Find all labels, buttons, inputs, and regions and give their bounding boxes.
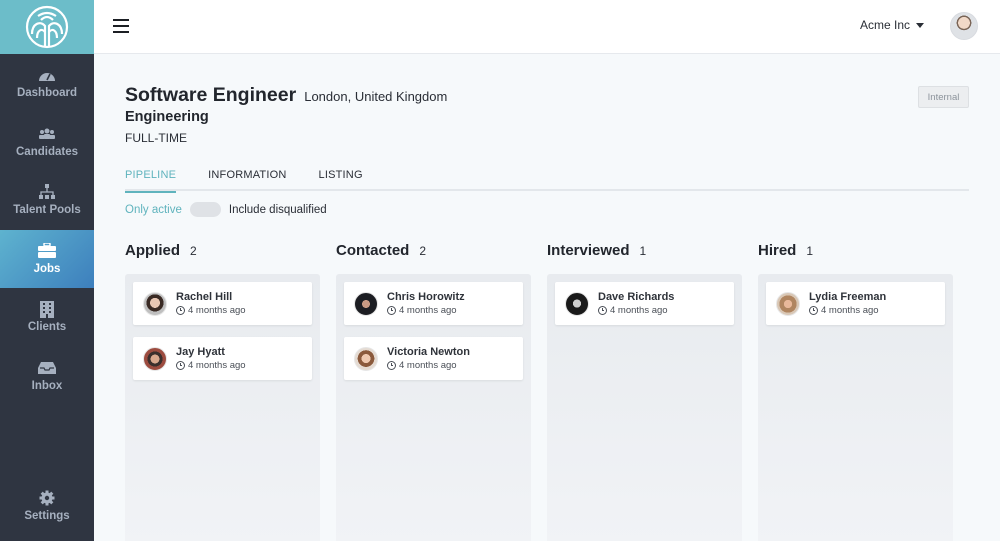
dashboard-icon	[38, 67, 56, 83]
talent-pools-icon	[38, 184, 56, 200]
clock-icon	[809, 306, 818, 315]
tab-information[interactable]: INFORMATION	[208, 166, 286, 191]
sidebar-item-clients[interactable]: Clients	[0, 288, 94, 347]
sidebar-item-label: Candidates	[16, 145, 78, 158]
inbox-icon	[38, 360, 56, 376]
sidebar-item-label: Clients	[27, 321, 67, 334]
clock-icon	[598, 306, 607, 315]
candidate-card[interactable]: Jay Hyatt 4 months ago	[133, 337, 312, 380]
sidebar-item-settings[interactable]: Settings	[0, 481, 94, 531]
company-name: Acme Inc	[859, 18, 910, 32]
sidebar-item-candidates[interactable]: Candidates	[0, 113, 94, 172]
top-bar: Acme Inc	[94, 0, 1000, 54]
stage-drop-zone[interactable]: Rachel Hill 4 months ago Jay Hyatt 4 mon…	[125, 274, 320, 541]
candidate-card[interactable]: Victoria Newton 4 months ago	[344, 337, 523, 380]
candidate-name: Lydia Freeman	[809, 291, 887, 303]
sidebar-item-label: Talent Pools	[13, 204, 81, 217]
candidate-card[interactable]: Dave Richards 4 months ago	[555, 282, 734, 325]
candidate-time: 4 months ago	[188, 305, 246, 316]
candidate-avatar	[354, 346, 378, 371]
only-active-label[interactable]: Only active	[125, 204, 182, 216]
stage-drop-zone[interactable]: Chris Horowitz 4 months ago Victoria New…	[336, 274, 531, 541]
pipeline-board: Applied 2 Rachel Hill 4 months ago Jay H…	[125, 242, 953, 541]
stage-count: 2	[419, 244, 427, 258]
tree-logo-icon	[25, 5, 69, 49]
stage-name: Hired	[758, 242, 797, 259]
stage-count: 1	[639, 244, 647, 258]
candidate-card[interactable]: Lydia Freeman 4 months ago	[766, 282, 945, 325]
clock-icon	[387, 361, 396, 370]
stage-header: Hired 1	[758, 242, 953, 274]
stage-column-hired: Hired 1 Lydia Freeman 4 months ago	[758, 242, 953, 541]
stage-drop-zone[interactable]: Lydia Freeman 4 months ago	[758, 274, 953, 541]
job-type: FULL-TIME	[125, 131, 188, 145]
stage-count: 1	[806, 244, 814, 258]
clock-icon	[176, 306, 185, 315]
job-location: London, United Kingdom	[304, 89, 448, 104]
company-switcher[interactable]: Acme Inc	[860, 18, 924, 32]
stage-column-applied: Applied 2 Rachel Hill 4 months ago Jay H…	[125, 242, 320, 541]
sidebar: Dashboard Candidates Talent Pools Jobs C…	[0, 0, 94, 541]
candidate-avatar	[565, 291, 589, 316]
include-disqualified-label[interactable]: Include disqualified	[229, 204, 327, 216]
candidate-name: Dave Richards	[598, 291, 675, 303]
stage-header: Interviewed 1	[547, 242, 742, 274]
job-header: Software Engineer London, United Kingdom	[125, 84, 447, 107]
clock-icon	[176, 361, 185, 370]
candidate-name: Victoria Newton	[387, 346, 470, 358]
stage-drop-zone[interactable]: Dave Richards 4 months ago	[547, 274, 742, 541]
sidebar-item-label: Inbox	[31, 379, 63, 392]
job-department: Engineering	[125, 109, 209, 125]
stage-name: Interviewed	[547, 242, 630, 259]
candidate-avatar	[143, 291, 167, 316]
gear-icon	[38, 490, 56, 506]
briefcase-icon	[38, 243, 56, 259]
disqualified-toggle[interactable]	[189, 202, 221, 217]
logo[interactable]	[0, 0, 94, 54]
user-avatar[interactable]	[950, 12, 978, 40]
stage-name: Applied	[125, 242, 180, 259]
candidate-time: 4 months ago	[188, 360, 246, 371]
sidebar-item-label: Settings	[24, 510, 70, 522]
sidebar-item-label: Jobs	[33, 262, 61, 275]
candidate-card[interactable]: Rachel Hill 4 months ago	[133, 282, 312, 325]
hamburger-menu-icon[interactable]	[113, 19, 129, 33]
sidebar-item-label: Dashboard	[16, 87, 78, 100]
clock-icon	[387, 306, 396, 315]
tab-pipeline[interactable]: PIPELINE	[125, 166, 177, 193]
candidate-avatar	[143, 346, 167, 371]
candidate-time: 4 months ago	[399, 360, 457, 371]
building-icon	[38, 300, 56, 318]
sidebar-item-inbox[interactable]: Inbox	[0, 347, 94, 406]
candidate-name: Rachel Hill	[176, 291, 233, 303]
candidate-avatar	[776, 291, 800, 316]
caret-down-icon	[916, 22, 924, 28]
candidate-time: 4 months ago	[821, 305, 879, 316]
candidate-name: Chris Horowitz	[387, 291, 465, 303]
candidate-time: 4 months ago	[610, 305, 668, 316]
job-tabs: PIPELINE INFORMATION LISTING	[125, 166, 969, 193]
candidate-avatar	[354, 291, 378, 316]
job-title: Software Engineer	[125, 84, 297, 106]
internal-badge: Internal	[918, 86, 969, 108]
active-filter: Only active Include disqualified	[125, 202, 327, 217]
candidate-card[interactable]: Chris Horowitz 4 months ago	[344, 282, 523, 325]
stage-header: Applied 2	[125, 242, 320, 274]
candidate-time: 4 months ago	[399, 305, 457, 316]
stage-name: Contacted	[336, 242, 410, 259]
sidebar-item-talent-pools[interactable]: Talent Pools	[0, 171, 94, 230]
candidates-icon	[38, 126, 56, 142]
tab-listing[interactable]: LISTING	[319, 166, 363, 191]
candidate-name: Jay Hyatt	[176, 346, 225, 358]
stage-header: Contacted 2	[336, 242, 531, 274]
sidebar-item-jobs[interactable]: Jobs	[0, 229, 94, 288]
stage-column-contacted: Contacted 2 Chris Horowitz 4 months ago …	[336, 242, 531, 541]
sidebar-item-dashboard[interactable]: Dashboard	[0, 54, 94, 113]
stage-count: 2	[190, 244, 197, 258]
stage-column-interviewed: Interviewed 1 Dave Richards 4 months ago	[547, 242, 742, 541]
